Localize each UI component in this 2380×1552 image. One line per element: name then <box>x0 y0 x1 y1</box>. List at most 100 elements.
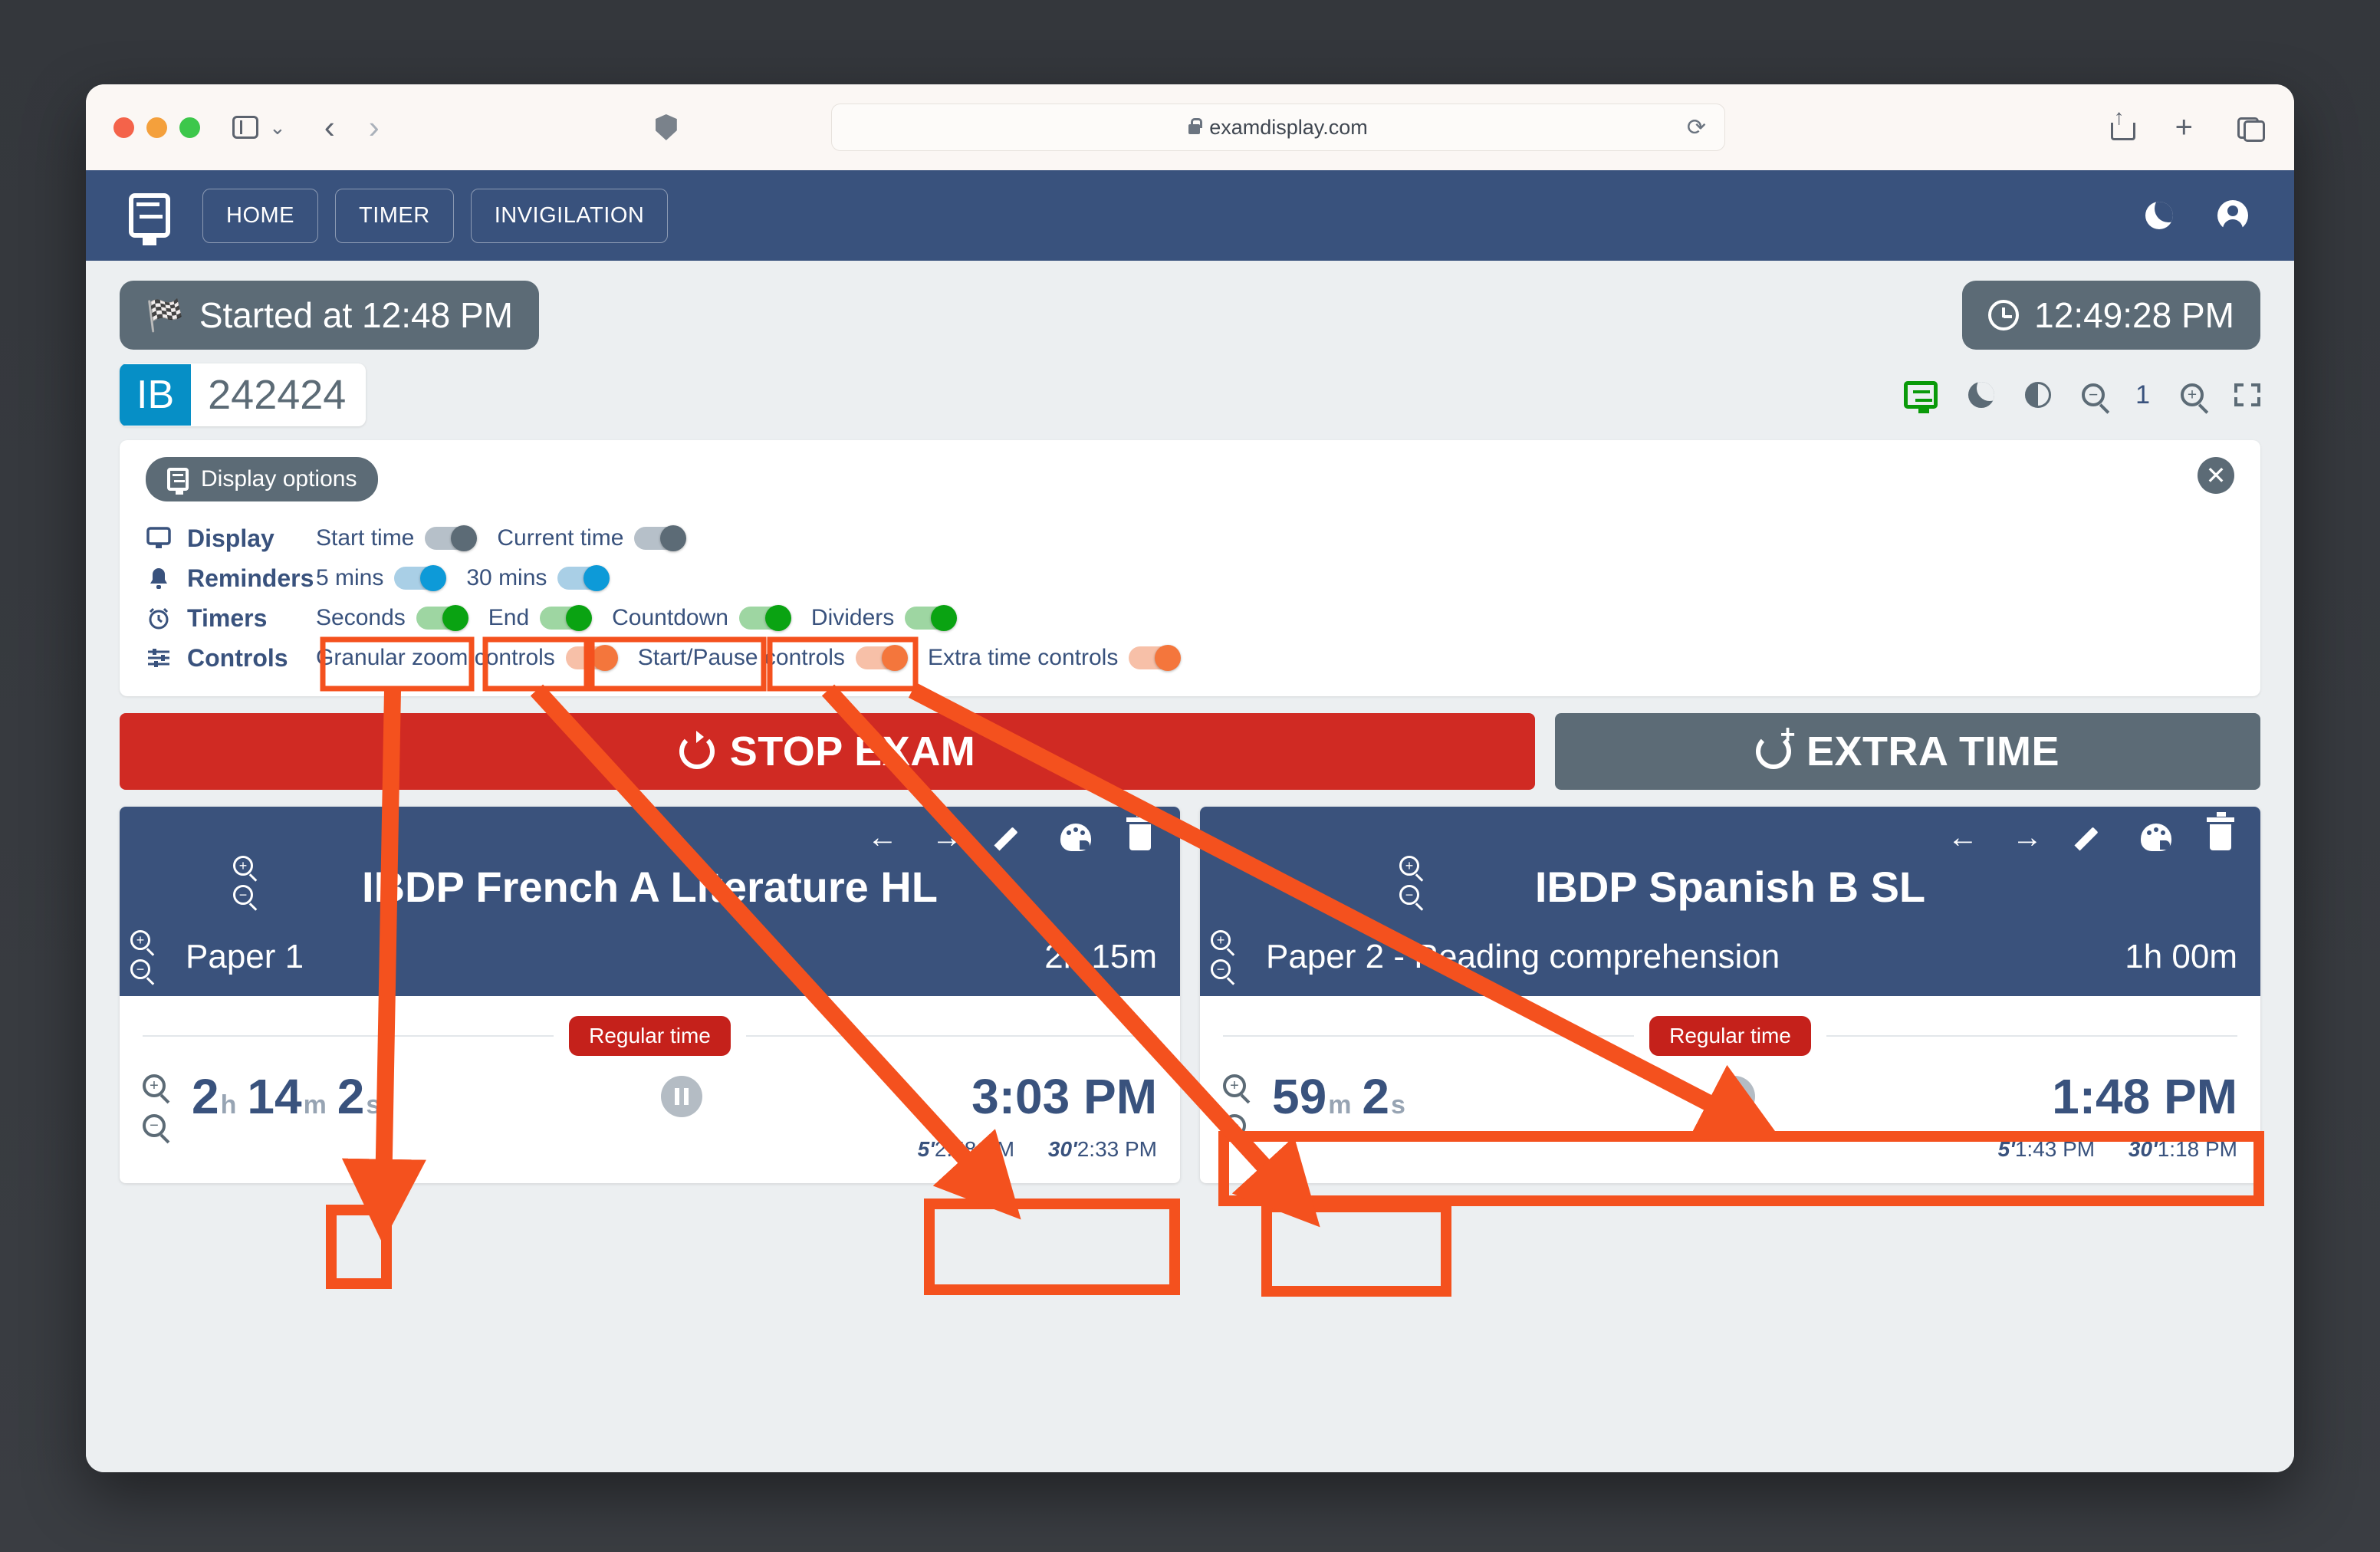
display-settings-icon[interactable] <box>1904 381 1938 413</box>
contrast-icon[interactable] <box>2025 382 2052 408</box>
option-label: Countdown <box>612 605 728 630</box>
account-circle-icon[interactable] <box>2217 200 2248 232</box>
options-row-timers: Timers Seconds End Countdown Dividers <box>146 598 2234 638</box>
zoom-in-icon[interactable]: + <box>1211 930 1231 950</box>
option-end[interactable]: End <box>488 605 593 631</box>
toggle-dividers[interactable] <box>905 605 958 631</box>
option-start-pause-controls[interactable]: Start/Pause controls <box>638 645 908 671</box>
zoom-out-icon[interactable]: − <box>2082 383 2106 406</box>
zoom-in-icon[interactable]: + <box>130 930 150 950</box>
zoom-out-icon[interactable]: − <box>1211 959 1231 979</box>
address-bar[interactable]: examdisplay.com ⟳ <box>831 104 1725 151</box>
nav-item-home[interactable]: HOME <box>202 188 318 243</box>
status-row: 🏁 Started at 12:48 PM 12:49:28 PM <box>120 281 2260 350</box>
tabs-overview-icon[interactable] <box>2237 117 2265 142</box>
plus-icon[interactable]: + <box>2175 112 2193 143</box>
paper-zoom-controls[interactable]: + − <box>1211 930 1231 979</box>
toggle-30-mins[interactable] <box>557 565 610 591</box>
toggle-start-pause[interactable] <box>855 645 908 671</box>
timer-zoom-controls[interactable]: + − <box>143 1074 166 1137</box>
display-settings-icon[interactable] <box>129 193 170 245</box>
shield-icon[interactable] <box>655 114 677 140</box>
stop-restart-icon <box>679 731 715 769</box>
option-seconds[interactable]: Seconds <box>316 605 468 631</box>
sidebar-toggle-icon[interactable] <box>232 116 258 139</box>
nav-item-timer[interactable]: TIMER <box>335 188 454 243</box>
zoom-out-icon[interactable]: − <box>130 959 150 979</box>
toggle-end[interactable] <box>540 605 593 631</box>
display-toolbar[interactable]: − 1 + <box>1904 380 2260 413</box>
paper-zoom-controls[interactable]: + − <box>130 930 150 979</box>
option-extra-time-controls[interactable]: Extra time controls <box>927 645 1182 671</box>
toggle-5-mins[interactable] <box>394 565 447 591</box>
chevron-down-icon[interactable]: ⌄ <box>269 116 286 140</box>
share-icon[interactable] <box>2110 107 2135 140</box>
close-icon[interactable]: ✕ <box>2198 457 2234 494</box>
moon-icon[interactable] <box>1968 382 1995 408</box>
timer-zoom-controls[interactable]: + − <box>1223 1074 1246 1137</box>
exam-title-row: + − IBDP French A Literature HL <box>143 856 1157 912</box>
zoom-out-icon[interactable]: − <box>233 885 253 905</box>
palette-icon[interactable] <box>2139 820 2173 854</box>
browser-chrome-bar: ⌄ ‹ › examdisplay.com ⟳ + <box>86 84 2294 170</box>
toggle-granular-zoom[interactable] <box>565 645 618 671</box>
options-label-text: Display <box>187 524 274 552</box>
reload-icon[interactable]: ⟳ <box>1687 114 1706 141</box>
toggle-extra-time[interactable] <box>1129 645 1182 671</box>
close-window-button[interactable] <box>113 117 134 138</box>
option-label: Extra time controls <box>927 645 1119 670</box>
toggle-seconds[interactable] <box>416 605 468 631</box>
exam-card-actions[interactable]: ← → <box>1223 812 2237 854</box>
display-options-chip[interactable]: Display options <box>146 457 379 501</box>
option-dividers[interactable]: Dividers <box>811 605 958 631</box>
title-zoom-controls[interactable]: + − <box>1399 856 1419 905</box>
window-traffic-lights[interactable] <box>113 117 200 138</box>
zoom-in-icon[interactable]: + <box>1399 856 1419 876</box>
exam-duration: 2h 15m <box>1044 938 1157 975</box>
zoom-in-icon[interactable]: + <box>233 856 253 876</box>
zoom-out-icon[interactable]: − <box>143 1114 166 1137</box>
option-30-mins[interactable]: 30 mins <box>466 565 610 591</box>
edit-pencil-icon[interactable] <box>2075 820 2109 854</box>
divider-line <box>745 1035 1158 1037</box>
zoom-in-icon[interactable]: + <box>143 1074 166 1097</box>
browser-chrome-actions[interactable]: + <box>2110 107 2265 143</box>
palette-icon[interactable] <box>1059 820 1093 854</box>
back-arrow-icon[interactable]: ← <box>1946 820 1980 854</box>
option-start-time[interactable]: Start time <box>316 525 478 551</box>
forward-arrow-icon[interactable]: → <box>2010 820 2044 854</box>
toggle-start-time[interactable] <box>425 525 478 551</box>
moon-icon[interactable] <box>2145 202 2173 229</box>
edit-pencil-icon[interactable] <box>994 820 1028 854</box>
option-5-mins[interactable]: 5 mins <box>316 565 447 591</box>
back-arrow-icon[interactable]: ‹ <box>324 111 335 143</box>
forward-arrow-icon[interactable]: → <box>930 820 964 854</box>
pause-icon[interactable] <box>660 1076 702 1117</box>
option-countdown[interactable]: Countdown <box>612 605 791 631</box>
nav-item-invigilation[interactable]: INVIGILATION <box>470 188 669 243</box>
url-text: examdisplay.com <box>1209 115 1368 139</box>
zoom-out-icon[interactable]: − <box>1223 1114 1246 1137</box>
back-arrow-icon[interactable]: ← <box>866 820 899 854</box>
remaining-minutes: 59 <box>1272 1069 1327 1124</box>
fullscreen-icon[interactable] <box>2234 383 2260 406</box>
maximize-window-button[interactable] <box>179 117 200 138</box>
zoom-out-icon[interactable]: − <box>1399 885 1419 905</box>
forward-arrow-icon[interactable]: › <box>369 111 380 143</box>
pause-icon[interactable] <box>1713 1076 1755 1117</box>
stop-exam-button[interactable]: STOP EXAM <box>120 713 1535 790</box>
toggle-current-time[interactable] <box>634 525 687 551</box>
title-zoom-controls[interactable]: + − <box>233 856 253 905</box>
toggle-countdown[interactable] <box>738 605 791 631</box>
extra-time-button[interactable]: EXTRA TIME <box>1555 713 2260 790</box>
browser-navigation[interactable]: ‹ › <box>324 111 380 143</box>
stop-exam-label: STOP EXAM <box>729 728 976 774</box>
minimize-window-button[interactable] <box>146 117 167 138</box>
exam-card-actions[interactable]: ← → <box>143 812 1157 854</box>
option-current-time[interactable]: Current time <box>497 525 687 551</box>
option-granular-zoom-controls[interactable]: Granular zoom controls <box>316 645 618 671</box>
delete-trash-icon[interactable] <box>2204 812 2237 854</box>
zoom-in-icon[interactable]: + <box>2181 383 2204 406</box>
delete-trash-icon[interactable] <box>1123 812 1157 854</box>
zoom-in-icon[interactable]: + <box>1223 1074 1246 1097</box>
